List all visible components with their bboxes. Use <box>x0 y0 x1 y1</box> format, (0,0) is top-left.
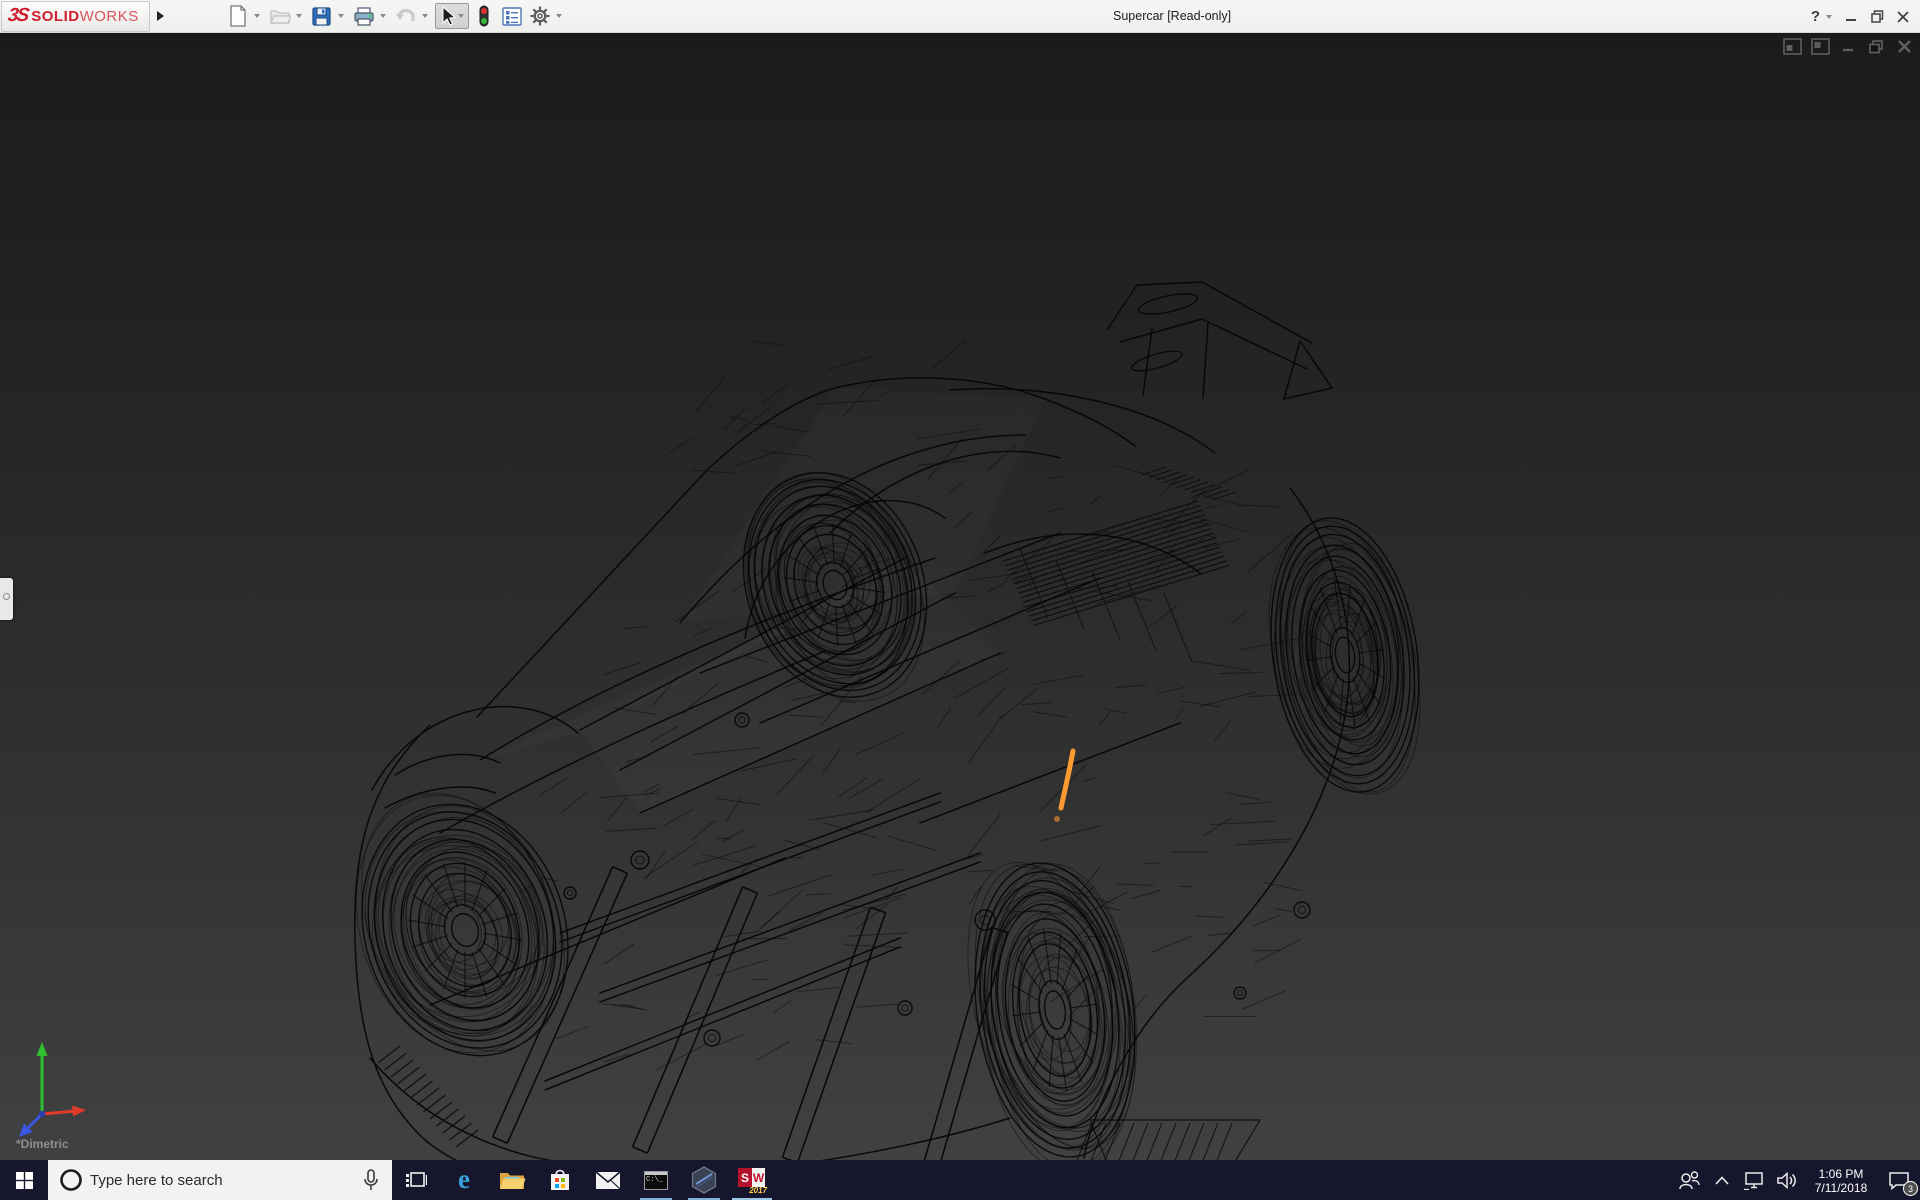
x-axis-icon <box>72 1106 86 1117</box>
clock[interactable]: 1:06 PM 7/11/2018 <box>1804 1160 1878 1200</box>
time-label: 1:06 PM <box>1815 1167 1868 1181</box>
new-document-icon <box>228 5 248 27</box>
arrow-right-icon <box>157 11 164 21</box>
date-label: 7/11/2018 <box>1815 1181 1868 1195</box>
supercar-wireframe-model[interactable] <box>0 33 1920 1160</box>
task-view-button[interactable] <box>392 1160 440 1200</box>
view-orientation-label: *Dimetric <box>16 1137 69 1151</box>
tray-overflow-button[interactable] <box>1707 1160 1737 1200</box>
microphone-icon[interactable] <box>362 1168 380 1192</box>
hexagon-3d-app-icon <box>691 1166 717 1194</box>
search-input[interactable] <box>84 1172 362 1189</box>
file-explorer-icon <box>498 1169 526 1191</box>
options-dropdown[interactable] <box>554 3 564 29</box>
new-document-button[interactable] <box>225 3 251 29</box>
feature-pane-icon[interactable] <box>1783 38 1802 55</box>
store-icon <box>548 1167 572 1193</box>
hexagon-3d-app-button[interactable] <box>680 1160 728 1200</box>
edge-icon: e <box>458 1164 470 1195</box>
system-tray: 1:06 PM 7/11/2018 3 <box>1671 1160 1920 1200</box>
windows-taskbar: e <box>0 1160 1920 1200</box>
command-prompt-icon: C:\_ <box>644 1171 668 1190</box>
select-tool-button[interactable] <box>435 3 469 29</box>
store-button[interactable] <box>536 1160 584 1200</box>
edge-button[interactable]: e <box>440 1160 488 1200</box>
close-button[interactable] <box>1890 4 1916 30</box>
doc-restore-button[interactable] <box>1867 38 1886 55</box>
quick-access-toolbar <box>224 0 568 33</box>
people-button[interactable] <box>1671 1160 1707 1200</box>
title-bar: 3S SOLIDWORKS <box>0 0 1920 33</box>
doc-minimize-button[interactable] <box>1839 38 1858 55</box>
save-dropdown[interactable] <box>336 3 346 29</box>
chevron-up-icon <box>1715 1176 1729 1185</box>
titlebar-right-controls: ? <box>1807 0 1916 33</box>
file-explorer-button[interactable] <box>488 1160 536 1200</box>
doc-close-button[interactable] <box>1895 38 1914 55</box>
options-button[interactable] <box>527 3 553 29</box>
printer-icon <box>353 6 375 27</box>
solidworks-taskbar-button[interactable]: S W 2017 <box>728 1160 776 1200</box>
restore-icon <box>1871 10 1884 23</box>
graphics-viewport[interactable]: *Dimetric <box>0 33 1920 1160</box>
save-button[interactable] <box>309 3 335 29</box>
gear-icon <box>529 5 551 27</box>
mail-icon <box>595 1171 621 1190</box>
minimize-button[interactable] <box>1838 4 1864 30</box>
dassault-3ds-logo-icon: 3S <box>6 5 28 27</box>
cortana-icon <box>58 1167 84 1193</box>
action-center-button[interactable]: 3 <box>1878 1160 1920 1200</box>
open-folder-icon <box>269 6 291 26</box>
speaker-icon <box>1776 1171 1798 1190</box>
minimize-icon <box>1845 11 1857 23</box>
open-document-button[interactable] <box>267 3 293 29</box>
brand-works: WORKS <box>80 8 139 25</box>
rebuild-button[interactable] <box>471 3 497 29</box>
network-icon <box>1743 1171 1765 1190</box>
print-dropdown[interactable] <box>378 3 388 29</box>
task-pane-collapsed-tab[interactable] <box>0 578 13 620</box>
restore-button[interactable] <box>1864 4 1890 30</box>
file-properties-icon <box>501 6 523 27</box>
orientation-triad <box>12 1032 96 1142</box>
select-dropdown[interactable] <box>456 3 466 29</box>
solidworks-window: 3S SOLIDWORKS <box>0 0 1920 1200</box>
cursor-arrow-icon <box>438 5 456 27</box>
mail-button[interactable] <box>584 1160 632 1200</box>
brand-solid: SOLID <box>31 8 79 25</box>
network-button[interactable] <box>1737 1160 1770 1200</box>
open-dropdown[interactable] <box>294 3 304 29</box>
pin-knob-icon <box>3 593 10 600</box>
windows-logo-icon <box>16 1172 33 1189</box>
document-title: Supercar [Read-only] <box>1113 9 1231 23</box>
solidworks-2017-icon: S W 2017 <box>737 1165 767 1195</box>
save-floppy-icon <box>311 6 332 27</box>
start-button[interactable] <box>0 1160 48 1200</box>
people-icon <box>1678 1170 1700 1190</box>
new-dropdown[interactable] <box>252 3 262 29</box>
volume-button[interactable] <box>1770 1160 1804 1200</box>
solidworks-menu-button[interactable]: 3S SOLIDWORKS <box>1 1 150 32</box>
print-button[interactable] <box>351 3 377 29</box>
y-axis-icon <box>37 1042 48 1056</box>
help-button[interactable]: ? <box>1807 8 1824 25</box>
undo-dropdown[interactable] <box>420 3 430 29</box>
task-view-icon <box>405 1170 427 1190</box>
menu-expand-arrow[interactable] <box>150 1 172 32</box>
display-pane-icon[interactable] <box>1811 38 1830 55</box>
close-icon <box>1897 11 1909 23</box>
undo-arrow-icon <box>395 6 417 26</box>
traffic-light-icon <box>477 4 491 28</box>
document-window-controls <box>1783 38 1914 55</box>
help-dropdown[interactable] <box>1824 4 1834 30</box>
notification-badge: 3 <box>1903 1181 1918 1196</box>
taskbar-search[interactable] <box>48 1160 392 1200</box>
file-properties-button[interactable] <box>499 3 525 29</box>
command-prompt-button[interactable]: C:\_ <box>632 1160 680 1200</box>
undo-button[interactable] <box>393 3 419 29</box>
